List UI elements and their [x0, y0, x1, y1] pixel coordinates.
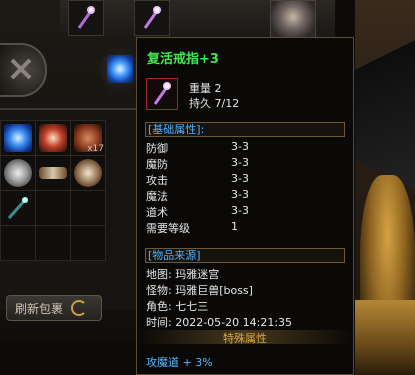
- inventory-slot[interactable]: [35, 190, 71, 226]
- inventory-slot[interactable]: [0, 155, 36, 191]
- inventory-slot[interactable]: [70, 225, 106, 261]
- inventory-slot[interactable]: [70, 155, 106, 191]
- item-tooltip: 复活戒指+3 重量 2 持久 7/12 [基础属性]: 防御 3-3 魔防 3-…: [136, 37, 354, 375]
- attribute-name: 需要等级: [146, 222, 190, 235]
- item-title: 复活戒指+3: [147, 52, 219, 67]
- wand-icon: [143, 6, 161, 29]
- source-map: 地图: 玛雅迷宫: [146, 268, 220, 281]
- inventory-grid: x17: [0, 108, 140, 310]
- attribute-row: 魔法 3-3: [146, 188, 346, 203]
- inventory-slot[interactable]: [0, 225, 36, 261]
- inventory-slot[interactable]: [35, 155, 71, 191]
- wand-icon: [153, 82, 171, 105]
- attribute-row: 攻击 3-3: [146, 172, 346, 187]
- blue-crystal-icon: [4, 124, 32, 152]
- wand-icon: [7, 197, 28, 219]
- ring-icon: [4, 159, 32, 187]
- refresh-bag-label: 刷新包裹: [15, 301, 64, 316]
- base-attributes-header: [基础属性]:: [145, 122, 345, 137]
- inventory-slot[interactable]: [70, 190, 106, 226]
- attribute-value: 3-3: [231, 188, 249, 201]
- character-portrait[interactable]: [270, 0, 316, 38]
- attribute-name: 魔法: [146, 190, 168, 203]
- skill-slot[interactable]: [134, 0, 170, 36]
- refresh-icon: [71, 300, 88, 316]
- attribute-name: 攻击: [146, 174, 168, 187]
- stack-count: x17: [87, 144, 104, 154]
- top-skill-bar: [60, 0, 335, 38]
- inventory-slot[interactable]: [35, 225, 71, 261]
- attribute-value: 1: [231, 220, 238, 233]
- attribute-name: 魔防: [146, 158, 168, 171]
- attribute-value: 3-3: [231, 156, 249, 169]
- belt-icon: [39, 167, 67, 179]
- weight-line: 重量 2: [189, 82, 222, 95]
- durability-line: 持久 7/12: [189, 97, 240, 110]
- source-time: 时间: 2022-05-20 14:21:35: [146, 316, 293, 329]
- source-monster: 怪物: 玛雅巨兽[boss]: [146, 284, 253, 297]
- inventory-slot[interactable]: [0, 120, 36, 156]
- item-source-header: [物品来源]: [145, 248, 345, 263]
- attribute-row: 需要等级 1: [146, 220, 346, 235]
- attribute-row: 防御 3-3: [146, 140, 346, 155]
- inventory-slot[interactable]: [35, 120, 71, 156]
- inventory-slot[interactable]: x17: [70, 120, 106, 156]
- attribute-name: 防御: [146, 142, 168, 155]
- inventory-slot[interactable]: [0, 190, 36, 226]
- special-attributes-header: 特殊属性: [137, 330, 353, 345]
- golden-statue-base: [355, 300, 415, 375]
- attribute-value: 3-3: [231, 140, 249, 153]
- attribute-name: 道术: [146, 206, 168, 219]
- refresh-bag-button[interactable]: 刷新包裹: [6, 295, 102, 321]
- blue-crystal-icon: [107, 55, 133, 83]
- attribute-row: 魔防 3-3: [146, 156, 346, 171]
- skill-slot[interactable]: [68, 0, 104, 36]
- attribute-row: 道术 3-3: [146, 204, 346, 219]
- crossed-tools-icon: [10, 58, 32, 80]
- attribute-value: 3-3: [231, 172, 249, 185]
- special-attribute-line: 攻魔道 + 3%: [146, 356, 213, 369]
- bottom-panel: [0, 340, 140, 375]
- source-character: 角色: 七七三: [146, 300, 209, 313]
- wand-icon: [77, 6, 95, 29]
- attribute-value: 3-3: [231, 204, 249, 217]
- necklace-icon: [74, 159, 102, 187]
- flower-icon: [39, 124, 67, 152]
- item-icon-frame: [146, 78, 178, 110]
